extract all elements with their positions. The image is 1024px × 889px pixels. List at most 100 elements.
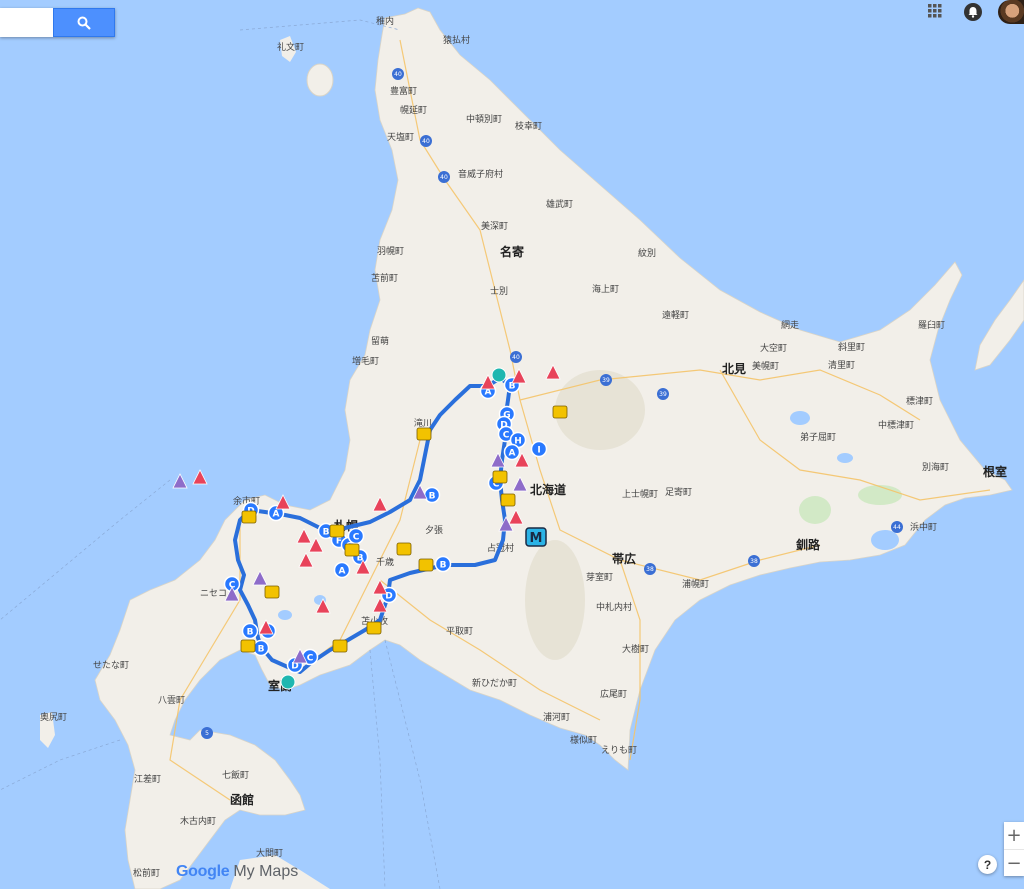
food-marker-icon[interactable] bbox=[500, 493, 516, 507]
food-marker-icon[interactable] bbox=[552, 405, 568, 419]
food-marker-icon[interactable] bbox=[492, 470, 508, 484]
label-nakatonbetsu: 中頓別町 bbox=[466, 113, 502, 125]
waypoint-letter: A bbox=[509, 449, 516, 459]
label-abashiri: 網走 bbox=[781, 319, 799, 331]
svg-text:40: 40 bbox=[440, 174, 448, 181]
search-button[interactable] bbox=[53, 8, 115, 37]
sightseeing-marker-icon[interactable] bbox=[280, 674, 296, 690]
route-shield: 38 bbox=[748, 555, 760, 567]
sightseeing-marker-icon[interactable] bbox=[491, 367, 507, 383]
waypoint-marker[interactable]: A bbox=[503, 443, 521, 461]
food-marker-icon[interactable] bbox=[240, 639, 256, 653]
label-ashoro: 足寄町 bbox=[665, 486, 692, 498]
label-rausu: 羅臼町 bbox=[918, 319, 945, 331]
route-shield: 40 bbox=[438, 171, 450, 183]
svg-text:38: 38 bbox=[750, 558, 758, 565]
label-engaru: 遠軽町 bbox=[662, 309, 689, 321]
label-tomamae: 苫前町 bbox=[371, 272, 398, 284]
zoom-in-button[interactable]: + bbox=[1004, 822, 1024, 849]
apps-grid-icon[interactable] bbox=[928, 4, 942, 18]
route-shield: 40 bbox=[392, 68, 404, 80]
waypoint-marker[interactable]: I bbox=[530, 440, 548, 458]
label-hamanaka: 浜中町 bbox=[910, 521, 937, 533]
food-marker-icon[interactable] bbox=[329, 524, 345, 538]
waypoint-letter: B bbox=[247, 628, 254, 638]
svg-text:40: 40 bbox=[422, 138, 430, 145]
label-monbetsu: 紋別 bbox=[638, 247, 656, 259]
label-takikawa: 滝川 bbox=[414, 418, 432, 429]
label-nanae: 七飯町 bbox=[222, 769, 249, 781]
label-yubari: 夕張 bbox=[425, 524, 443, 536]
label-urahoro: 浦幌町 bbox=[682, 578, 709, 590]
search-icon bbox=[77, 16, 91, 30]
food-marker-icon[interactable] bbox=[264, 585, 280, 599]
label-teshio: 天塩町 bbox=[387, 131, 414, 143]
food-marker-icon[interactable] bbox=[332, 639, 348, 653]
svg-text:40: 40 bbox=[512, 354, 520, 361]
special-marker[interactable]: M bbox=[525, 527, 547, 547]
label-hiroo: 広尾町 bbox=[600, 688, 627, 700]
label-wakkanai: 稚内 bbox=[376, 15, 394, 27]
waypoint-marker[interactable]: A bbox=[333, 561, 351, 579]
route-shield: 39 bbox=[600, 374, 612, 386]
label-yakumo: 八雲町 bbox=[158, 695, 185, 706]
svg-text:40: 40 bbox=[394, 71, 402, 78]
label-setana: せたな町 bbox=[93, 660, 129, 671]
map-canvas[interactable]: 稚内 猿払村 礼文町 豊富町 幌延町 天塩町 中頓別町 枝幸町 音威子府村 雄武… bbox=[0, 0, 1024, 889]
zoom-out-button[interactable]: − bbox=[1004, 850, 1024, 877]
waypoint-letter: B bbox=[258, 645, 265, 655]
food-marker-icon[interactable] bbox=[418, 558, 434, 572]
label-rumoi: 留萌 bbox=[371, 335, 389, 347]
label-taiki: 大樹町 bbox=[622, 643, 649, 655]
route-shield: 44 bbox=[891, 521, 903, 533]
label-memuro: 芽室町 bbox=[586, 571, 613, 583]
food-marker-icon[interactable] bbox=[396, 542, 412, 556]
label-hiratori: 平取町 bbox=[446, 626, 473, 637]
label-shibetsu-e: 標津町 bbox=[906, 395, 933, 407]
svg-text:44: 44 bbox=[893, 524, 901, 531]
avatar[interactable] bbox=[998, 0, 1024, 24]
food-marker-icon[interactable] bbox=[416, 427, 432, 441]
label-nayoro: 名寄 bbox=[500, 244, 524, 259]
search-input[interactable] bbox=[0, 8, 53, 37]
label-shibetsu: 士別 bbox=[490, 285, 508, 297]
waypoint-letter: B bbox=[440, 561, 447, 571]
label-kamishihoro: 上士幌町 bbox=[622, 488, 658, 500]
waypoint-marker[interactable]: B bbox=[423, 486, 441, 504]
waypoint-letter: A bbox=[339, 567, 346, 577]
label-mashike: 増毛町 bbox=[352, 355, 379, 367]
label-esashi: 江差町 bbox=[134, 773, 161, 785]
label-toyotomi: 豊富町 bbox=[390, 85, 417, 97]
waypoint-marker[interactable]: B bbox=[434, 555, 452, 573]
food-marker-icon[interactable] bbox=[366, 621, 382, 635]
food-marker-icon[interactable] bbox=[241, 510, 257, 524]
waypoint-letter: B bbox=[323, 528, 330, 538]
label-kikonai: 木古内町 bbox=[180, 815, 216, 827]
label-hokkaido: 北海道 bbox=[530, 482, 566, 497]
zoom-controls: + − bbox=[1004, 822, 1024, 876]
label-chitose: 千歳 bbox=[376, 556, 394, 568]
label-okushiri: 奥尻町 bbox=[40, 711, 67, 723]
bell-icon[interactable] bbox=[963, 2, 983, 22]
route-shield: 39 bbox=[657, 388, 669, 400]
label-erimo: えりも町 bbox=[601, 745, 637, 756]
help-button[interactable]: ? bbox=[978, 855, 997, 874]
route-shield: 40 bbox=[420, 135, 432, 147]
special-marker-letter: M bbox=[530, 531, 543, 546]
waypoint-letter: I bbox=[537, 446, 540, 456]
waypoint-letter: C bbox=[503, 431, 510, 441]
label-hakodate: 函館 bbox=[230, 792, 254, 807]
waypoint-marker[interactable]: B bbox=[241, 622, 259, 640]
label-shari: 斜里町 bbox=[838, 341, 865, 353]
waypoint-marker[interactable]: B bbox=[252, 639, 270, 657]
route-shield: 38 bbox=[644, 563, 656, 575]
route-shield: 40 bbox=[510, 351, 522, 363]
label-shinhidaka: 新ひだか町 bbox=[472, 677, 517, 689]
waypoint-marker[interactable]: C bbox=[347, 527, 365, 545]
label-samani: 様似町 bbox=[570, 734, 597, 746]
label-urakawa: 浦河町 bbox=[543, 711, 570, 723]
route-shield: 5 bbox=[201, 727, 213, 739]
google-my-maps-logo: Google My Maps bbox=[176, 863, 298, 881]
food-marker-icon[interactable] bbox=[344, 543, 360, 557]
label-ozora: 大空町 bbox=[760, 342, 787, 354]
